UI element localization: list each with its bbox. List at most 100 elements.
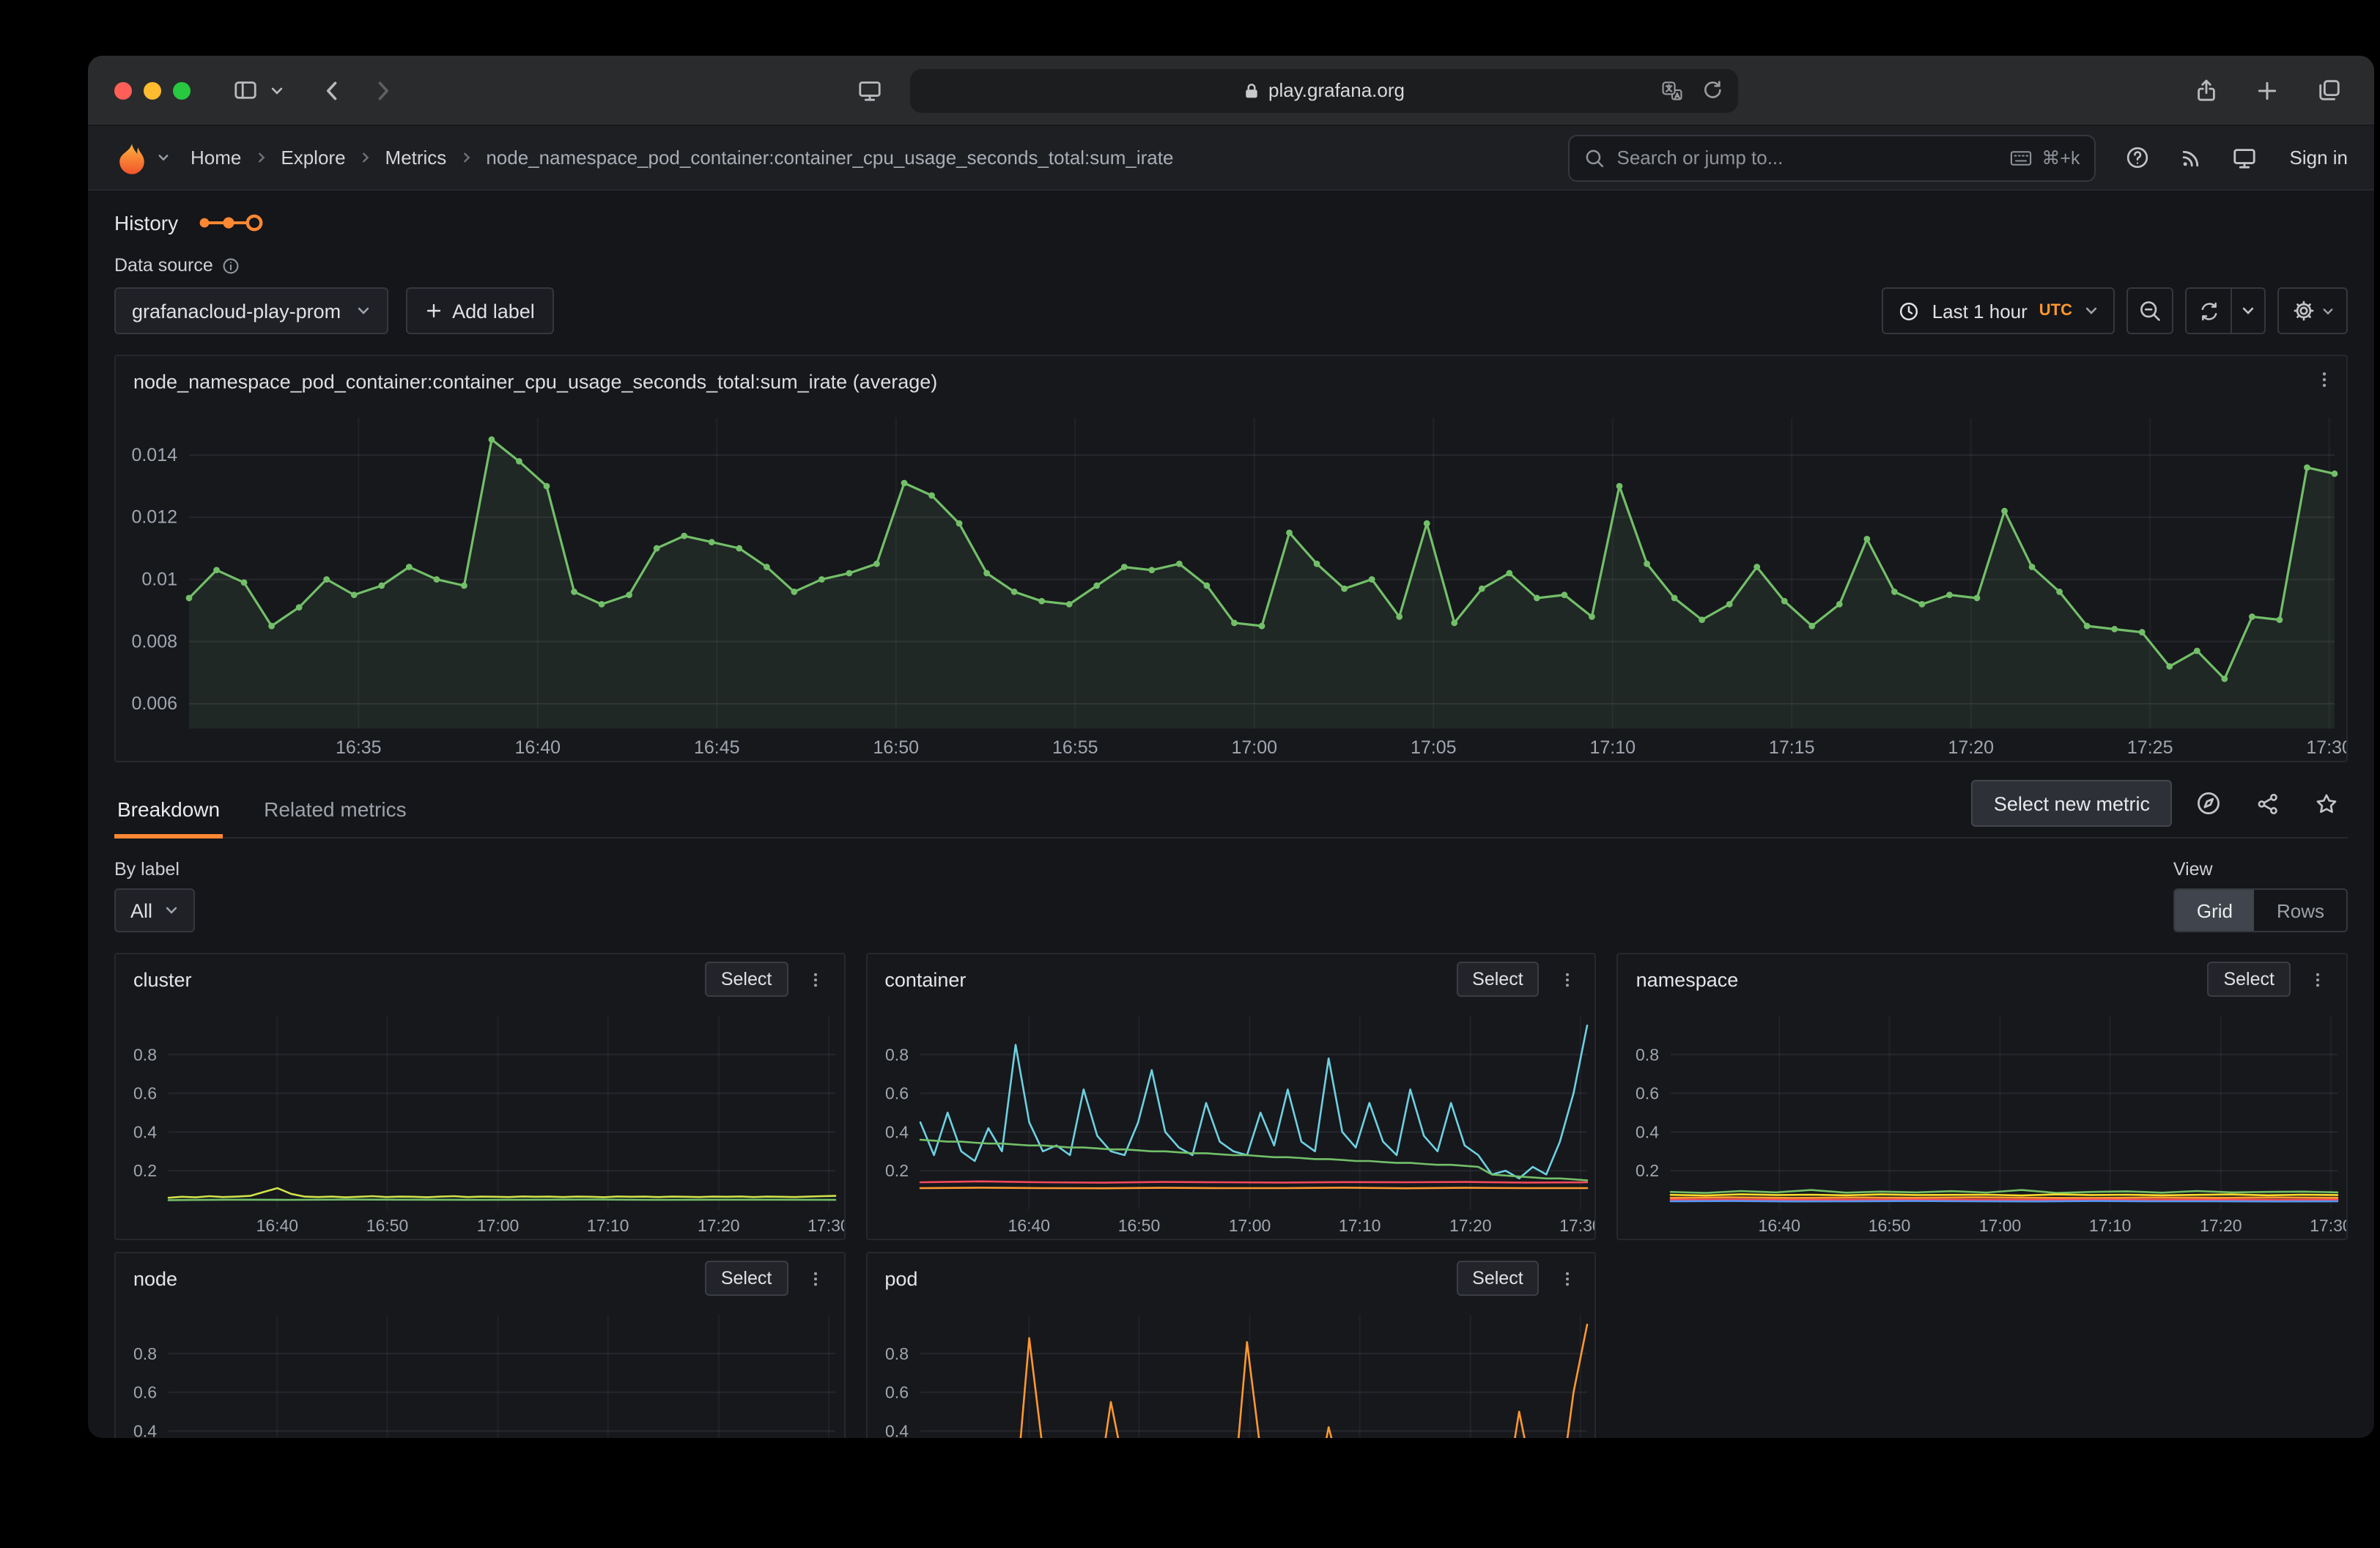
panel-title: node (133, 1267, 177, 1289)
chevron-down-icon (2321, 304, 2334, 317)
plus-icon (424, 302, 442, 320)
info-icon[interactable] (222, 256, 241, 275)
svg-text:16:55: 16:55 (1052, 737, 1098, 758)
org-chevron-icon[interactable] (157, 151, 170, 164)
datasource-select[interactable]: grafanacloud-play-prom (114, 287, 388, 334)
svg-text:0.2: 0.2 (884, 1161, 908, 1180)
cluster-chart[interactable]: 16:4016:5017:0017:1017:2017:300.20.40.60… (116, 1004, 843, 1239)
history-label: History (114, 211, 178, 235)
new-tab-icon[interactable] (2248, 71, 2286, 109)
kebab-menu-icon[interactable] (1551, 1261, 1583, 1296)
breadcrumb-explore[interactable]: Explore (281, 147, 345, 169)
namespace-chart[interactable]: 16:4016:5017:0017:1017:2017:300.20.40.60… (1619, 1004, 2346, 1239)
kebab-menu-icon[interactable] (2302, 962, 2335, 997)
svg-text:0.6: 0.6 (884, 1383, 908, 1402)
datasource-label: Data source (114, 255, 213, 276)
panel-title: pod (884, 1267, 917, 1289)
panel-title: cluster (133, 968, 192, 990)
time-range-label: Last 1 hour (1932, 300, 2028, 322)
grafana-nav: Home Explore Metrics node_namespace_pod_… (88, 126, 2374, 191)
main-chart[interactable]: 16:3516:4016:4516:5016:5517:0017:0517:10… (116, 406, 2346, 761)
select-new-metric-button[interactable]: Select new metric (1972, 780, 2172, 827)
svg-text:0.4: 0.4 (133, 1122, 157, 1141)
svg-text:0.008: 0.008 (131, 631, 177, 652)
breakdown-panel-cluster: cluster Select 16:4016:5017:0017:1017:20… (114, 953, 845, 1240)
chevron-down-icon (164, 903, 179, 918)
settings-button[interactable] (2277, 287, 2348, 334)
back-button[interactable] (314, 71, 352, 109)
container-chart[interactable]: 16:4016:5017:0017:1017:2017:300.20.40.60… (867, 1004, 1594, 1239)
svg-text:17:00: 17:00 (1228, 1216, 1271, 1235)
monitor-icon[interactable] (2233, 145, 2258, 170)
search-icon (1585, 147, 1605, 168)
svg-text:0.012: 0.012 (131, 507, 177, 528)
select-button[interactable]: Select (705, 962, 788, 997)
svg-text:16:40: 16:40 (1008, 1216, 1050, 1235)
svg-text:17:15: 17:15 (1769, 737, 1815, 758)
tab-related-metrics[interactable]: Related metrics (261, 786, 410, 837)
select-button[interactable]: Select (705, 1261, 788, 1296)
by-label-label: By label (114, 859, 195, 880)
svg-text:17:10: 17:10 (1338, 1216, 1381, 1235)
grafana-logo-icon[interactable] (114, 140, 149, 175)
svg-text:17:30: 17:30 (808, 1216, 843, 1235)
sidebar-toggle-icon[interactable] (226, 71, 264, 109)
address-bar[interactable]: play.grafana.org (909, 68, 1737, 112)
breakdown-panel-node: node Select 16:4016:5017:0017:1017:2017:… (114, 1252, 845, 1438)
forward-button[interactable] (363, 71, 402, 109)
sign-in-button[interactable]: Sign in (2290, 147, 2348, 169)
svg-text:0.6: 0.6 (884, 1084, 908, 1103)
sidebar-chevron-icon[interactable] (264, 71, 290, 109)
svg-text:16:40: 16:40 (256, 1216, 299, 1235)
chevron-right-icon (459, 151, 473, 164)
display-icon[interactable] (851, 71, 889, 109)
translate-icon[interactable] (1660, 78, 1683, 102)
rss-icon[interactable] (2180, 146, 2203, 169)
zoom-window-button[interactable] (173, 81, 191, 99)
refresh-button[interactable] (2185, 287, 2232, 334)
node-chart[interactable]: 16:4016:5017:0017:1017:2017:300.20.40.60… (116, 1303, 843, 1438)
by-label-select[interactable]: All (114, 888, 195, 932)
kebab-menu-icon[interactable] (1551, 962, 1583, 997)
svg-text:0.4: 0.4 (884, 1122, 908, 1141)
view-rows-option[interactable]: Rows (2255, 890, 2346, 931)
reload-icon[interactable] (1701, 78, 1723, 100)
tab-breakdown[interactable]: Breakdown (114, 786, 223, 838)
minimize-window-button[interactable] (144, 81, 161, 99)
explore-compass-icon[interactable] (2187, 781, 2231, 825)
time-range-picker[interactable]: Last 1 hour UTC (1882, 287, 2115, 334)
breakdown-panel-container: container Select 16:4016:5017:0017:1017:… (865, 953, 1596, 1240)
close-window-button[interactable] (114, 81, 132, 99)
star-icon[interactable] (2304, 781, 2348, 825)
select-button[interactable]: Select (1456, 1261, 1540, 1296)
keyboard-icon (2009, 147, 2033, 168)
view-toggle: Grid Rows (2173, 888, 2348, 932)
add-label-button[interactable]: Add label (405, 287, 554, 334)
kebab-menu-icon[interactable] (2314, 368, 2335, 391)
breadcrumb-metrics[interactable]: Metrics (385, 147, 447, 169)
zoom-out-icon (2138, 299, 2162, 322)
chevron-down-icon (2241, 303, 2255, 318)
history-timeline-icon[interactable] (196, 211, 263, 235)
tab-overview-icon[interactable] (2310, 71, 2348, 109)
svg-text:0.2: 0.2 (1636, 1161, 1660, 1180)
share-icon[interactable] (2187, 71, 2225, 109)
kebab-menu-icon[interactable] (799, 962, 832, 997)
kebab-menu-icon[interactable] (799, 1261, 832, 1296)
zoom-out-button[interactable] (2126, 287, 2173, 334)
svg-text:0.8: 0.8 (884, 1344, 908, 1363)
search-shortcut: ⌘+k (2009, 147, 2080, 169)
svg-text:0.014: 0.014 (131, 445, 177, 465)
share-link-icon[interactable] (2245, 781, 2289, 825)
search-input[interactable]: Search or jump to... ⌘+k (1569, 134, 2096, 181)
timezone-label: UTC (2039, 302, 2072, 320)
select-button[interactable]: Select (1456, 962, 1540, 997)
pod-chart[interactable]: 16:4016:5017:0017:1017:2017:300.20.40.60… (867, 1303, 1594, 1438)
svg-text:0.8: 0.8 (133, 1344, 157, 1363)
view-grid-option[interactable]: Grid (2175, 890, 2255, 931)
breadcrumb-home[interactable]: Home (191, 147, 241, 169)
help-icon[interactable] (2126, 145, 2151, 170)
refresh-interval-dropdown[interactable] (2232, 287, 2266, 334)
breadcrumb-current: node_namespace_pod_container:container_c… (486, 147, 1173, 169)
select-button[interactable]: Select (2207, 962, 2291, 997)
